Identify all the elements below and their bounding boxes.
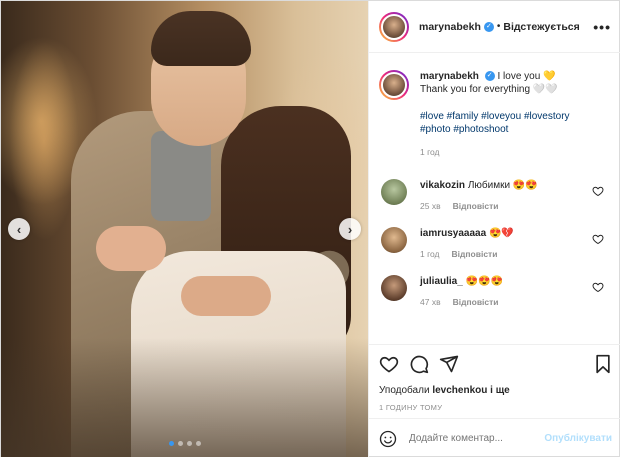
- carousel-dot: [187, 441, 192, 446]
- like-heart-icon[interactable]: [379, 354, 399, 374]
- caption-avatar[interactable]: [379, 70, 409, 100]
- caption-text-line2: Thank you for everything 🤍🤍: [420, 84, 558, 95]
- comment-bubble-icon[interactable]: [409, 354, 429, 374]
- post-sidebar: marynabekh ✓ • Відстежується ••• marynab…: [368, 1, 620, 457]
- comment-text: 😍😍😍: [465, 276, 503, 287]
- comment-item: iamrusyaaaaa 😍💔 1 год Відповісти: [369, 227, 620, 261]
- caption-username[interactable]: marynabekh: [420, 71, 479, 82]
- comment-item: vikakozin Любимки 😍😍 25 хв Відповісти: [369, 179, 620, 213]
- comments-list[interactable]: marynabekh ✓ I love you 💛 Thank you for …: [369, 54, 620, 344]
- commenter-username[interactable]: juliaulia_: [420, 276, 463, 287]
- verified-badge-icon: ✓: [484, 71, 495, 82]
- publish-button[interactable]: Опублікувати: [544, 433, 612, 444]
- commenter-avatar[interactable]: [381, 179, 407, 205]
- reply-button[interactable]: Відповісти: [453, 296, 499, 309]
- comment-time: 1 год: [420, 249, 440, 259]
- more-options-icon[interactable]: •••: [593, 19, 611, 35]
- instagram-post: ‹ › marynabekh ✓ • Відстежується ••• mar…: [0, 0, 620, 457]
- photo-floor: [1, 338, 368, 457]
- carousel-next-button[interactable]: ›: [339, 218, 361, 240]
- author-avatar[interactable]: [379, 11, 409, 42]
- chevron-right-icon: ›: [347, 221, 353, 237]
- commenter-username[interactable]: iamrusyaaaaa: [420, 228, 486, 239]
- comment-text: 😍💔: [488, 228, 514, 239]
- reply-button[interactable]: Відповісти: [453, 200, 499, 213]
- like-comment-heart-icon[interactable]: [592, 233, 604, 245]
- commenter-avatar[interactable]: [381, 227, 407, 253]
- comment-item: juliaulia_ 😍😍😍 47 хв Відповісти: [369, 275, 620, 309]
- bookmark-icon[interactable]: [594, 354, 612, 374]
- comment-input[interactable]: [409, 433, 545, 444]
- background-light: [9, 41, 79, 241]
- follow-status-button[interactable]: Відстежується: [503, 21, 579, 33]
- carousel-dot: [178, 441, 183, 446]
- verified-badge-icon: ✓: [483, 21, 494, 32]
- commenter-avatar[interactable]: [381, 275, 407, 301]
- like-comment-heart-icon[interactable]: [592, 185, 604, 197]
- post-photo[interactable]: ‹ ›: [1, 1, 368, 457]
- comment-time: 47 хв: [420, 297, 441, 307]
- comment-composer: Опублікувати: [369, 418, 620, 457]
- share-send-icon[interactable]: [439, 354, 459, 374]
- post-actions: Уподобали levchenkou і ще 1 ГОДИНУ ТОМУ: [369, 344, 620, 412]
- carousel-dot: [196, 441, 201, 446]
- likes-more-link[interactable]: і ще: [487, 385, 510, 396]
- photo-hand: [181, 276, 271, 316]
- like-comment-heart-icon[interactable]: [592, 281, 604, 293]
- author-username[interactable]: marynabekh: [419, 21, 481, 33]
- likes-prefix: Уподобали: [379, 385, 433, 396]
- carousel-dot: [169, 441, 174, 446]
- caption-text: I love you 💛: [497, 71, 556, 82]
- comment-time: 25 хв: [420, 201, 441, 211]
- comment-text: Любимки 😍😍: [467, 180, 538, 191]
- hashtag-link[interactable]: #photo #photoshoot: [420, 123, 570, 136]
- carousel-indicator: [169, 441, 201, 446]
- liker-username[interactable]: levchenkou: [432, 385, 487, 396]
- photo-hand: [96, 226, 166, 271]
- hashtag-link[interactable]: #love #family #loveyou #lovestory: [420, 110, 570, 123]
- carousel-prev-button[interactable]: ‹: [8, 218, 30, 240]
- emoji-smiley-icon[interactable]: [379, 430, 397, 448]
- header-separator: •: [496, 21, 501, 32]
- chevron-left-icon: ‹: [16, 221, 22, 237]
- caption-hashtags: #love #family #loveyou #lovestory #photo…: [420, 110, 570, 136]
- caption-time: 1 год: [420, 147, 440, 157]
- post-header: marynabekh ✓ • Відстежується •••: [369, 1, 620, 53]
- post-timestamp: 1 ГОДИНУ ТОМУ: [379, 403, 443, 412]
- reply-button[interactable]: Відповісти: [452, 248, 498, 261]
- post-caption: marynabekh ✓ I love you 💛 Thank you for …: [369, 54, 620, 159]
- commenter-username[interactable]: vikakozin: [420, 180, 465, 191]
- photo-hair: [151, 11, 251, 66]
- likes-summary: Уподобали levchenkou і ще: [379, 385, 612, 396]
